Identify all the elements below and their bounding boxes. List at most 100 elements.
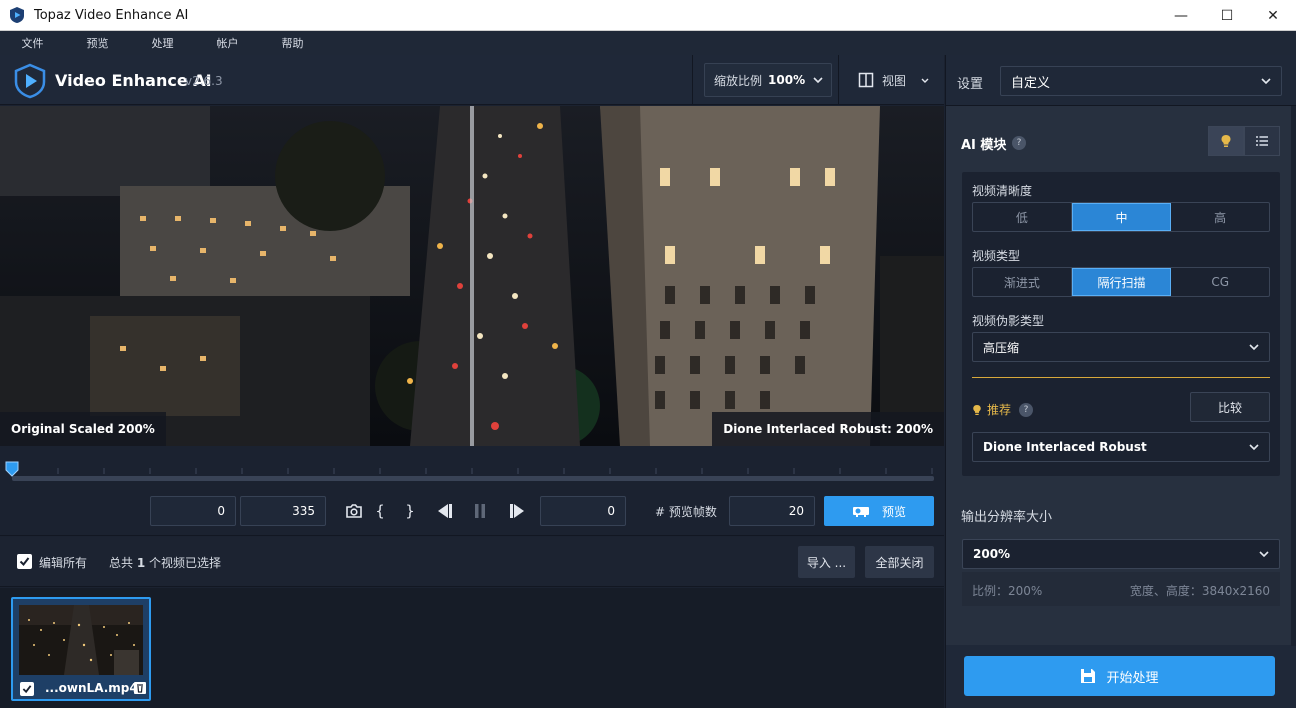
step-back-icon (438, 504, 452, 518)
current-frame-input[interactable]: 0 (540, 496, 626, 526)
preview-frames-input[interactable]: 20 (729, 496, 815, 526)
type-option-interlaced[interactable]: 隔行扫描 (1071, 268, 1172, 296)
artifact-type-value: 高压缩 (983, 340, 1020, 355)
ai-mode-toggle (1208, 126, 1280, 156)
list-mode-button[interactable] (1244, 126, 1280, 156)
preview-button[interactable]: 预览 (824, 496, 934, 526)
help-icon[interactable]: ? (1019, 402, 1034, 417)
settings-scroll-area[interactable]: AI 模块 ? 视频清晰度 低 中 高 视频类型 渐进式 隔行扫描 CG 视频伪 (946, 105, 1296, 646)
lightbulb-icon (1221, 135, 1231, 147)
clarity-segmented-control: 低 中 高 (972, 202, 1270, 232)
artifact-type-dropdown[interactable]: 高压缩 (972, 332, 1270, 362)
model-dropdown[interactable]: Dione Interlaced Robust (972, 432, 1270, 462)
chevron-down-icon (813, 77, 823, 84)
video-thumbnail (19, 605, 143, 675)
video-preview[interactable]: Original Scaled 200% Dione Interlaced Ro… (0, 106, 944, 446)
start-processing-button[interactable]: 开始处理 (964, 656, 1275, 696)
original-caption: Original Scaled 200% (0, 412, 166, 446)
zoom-dropdown[interactable]: 缩放比例 100% (704, 63, 832, 97)
menu-file[interactable]: 文件 (0, 35, 65, 51)
trash-icon[interactable] (133, 681, 147, 695)
timeline-track[interactable] (12, 476, 934, 481)
close-button[interactable]: ✕ (1250, 0, 1296, 31)
edit-all-checkbox[interactable] (17, 554, 32, 569)
file-name: ...ownLA.mp4 (45, 681, 138, 695)
clarity-label: 视频清晰度 (972, 184, 1033, 198)
menu-process[interactable]: 处理 (130, 35, 195, 51)
maximize-button[interactable]: ☐ (1204, 0, 1250, 31)
type-option-cg[interactable]: CG (1171, 268, 1269, 296)
pause-button[interactable] (470, 501, 490, 521)
clarity-option-high[interactable]: 高 (1171, 203, 1269, 231)
selected-prefix: 总共 (109, 556, 137, 570)
start-frame-input[interactable]: 0 (150, 496, 236, 526)
selection-bar: 编辑所有 总共 1 个视频已选择 导入 ... 全部关闭 (0, 537, 944, 587)
output-dimensions-text: 宽度、高度：3840x2160 (1129, 584, 1270, 598)
projector-icon (852, 507, 869, 517)
settings-panel: 设置 自定义 AI 模块 ? 视频清晰度 低 中 高 视频类型 渐进式 隔行扫描… (945, 55, 1296, 708)
edit-all-label: 编辑所有 (39, 556, 88, 570)
start-processing-label: 开始处理 (1106, 670, 1159, 686)
set-out-point-button[interactable]: } (400, 501, 420, 521)
compare-button[interactable]: 比较 (1190, 392, 1270, 422)
guided-mode-button[interactable] (1208, 126, 1244, 156)
menu-account[interactable]: 帐户 (195, 35, 260, 51)
thumbnail-image (19, 605, 143, 675)
view-dropdown[interactable]: 视图 (846, 63, 940, 97)
chevron-down-icon (1249, 344, 1259, 351)
output-resolution-dropdown[interactable]: 200% (962, 539, 1280, 569)
checkmark-icon (19, 557, 30, 567)
topaz-logo-icon (14, 63, 46, 99)
settings-scrollbar[interactable] (1291, 106, 1296, 646)
compare-split-handle[interactable] (470, 106, 474, 446)
video-type-segmented-control: 渐进式 隔行扫描 CG (972, 267, 1270, 297)
previous-frame-button[interactable] (435, 501, 455, 521)
header-divider (838, 55, 839, 105)
app-logo-icon (10, 7, 24, 23)
title-bar: Topaz Video Enhance AI — ☐ ✕ (0, 0, 1296, 31)
preset-value: 自定义 (1011, 75, 1051, 91)
next-frame-button[interactable] (507, 501, 527, 521)
scale-ratio-text: 比例：200% (972, 584, 1043, 598)
menu-preview[interactable]: 预览 (65, 35, 130, 51)
preview-button-label: 预览 (881, 504, 906, 519)
chevron-down-icon (1259, 551, 1269, 558)
selected-count: 1 (136, 556, 146, 570)
view-label: 视图 (882, 73, 907, 88)
video-file-card[interactable]: ...ownLA.mp4 (11, 597, 151, 701)
preview-frames-label: # 预览帧数 (655, 505, 717, 519)
video-type-label: 视频类型 (972, 249, 1021, 263)
zoom-value: 100% (768, 73, 806, 87)
save-icon (1081, 669, 1096, 683)
timeline-playhead[interactable] (5, 461, 19, 477)
playback-controls: 0 335 { } 0 # 预览帧数 20 预览 (0, 490, 944, 536)
output-size-info: 比例：200% 宽度、高度：3840x2160 (962, 572, 1280, 606)
timeline-ticks (12, 468, 933, 474)
file-list: ...ownLA.mp4 (0, 588, 944, 708)
header-divider (692, 55, 693, 105)
artifact-type-label: 视频伪影类型 (972, 314, 1045, 328)
ai-model-label: AI 模块 (961, 138, 1007, 153)
window-title: Topaz Video Enhance AI (34, 7, 189, 23)
close-all-button[interactable]: 全部关闭 (865, 546, 934, 578)
app-header: Video Enhance AI v2.6.3 缩放比例 100% 视图 (0, 55, 944, 105)
model-value: Dione Interlaced Robust (983, 440, 1147, 454)
step-forward-icon (510, 504, 524, 518)
clarity-option-medium[interactable]: 中 (1071, 203, 1172, 231)
menu-help[interactable]: 帮助 (260, 35, 325, 51)
file-select-checkbox[interactable] (20, 682, 34, 696)
lightbulb-icon (973, 404, 981, 415)
type-option-progressive[interactable]: 渐进式 (973, 268, 1072, 296)
minimize-button[interactable]: — (1158, 0, 1204, 31)
timeline[interactable] (0, 446, 944, 490)
clarity-option-low[interactable]: 低 (973, 203, 1072, 231)
set-in-point-button[interactable]: { (370, 501, 390, 521)
snapshot-button[interactable] (344, 501, 364, 521)
end-frame-input[interactable]: 335 (240, 496, 326, 526)
help-icon[interactable]: ? (1012, 136, 1026, 150)
preset-dropdown[interactable]: 自定义 (1000, 66, 1282, 96)
import-button[interactable]: 导入 ... (798, 546, 855, 578)
split-view-icon (858, 72, 874, 88)
camera-icon (346, 504, 362, 518)
selected-suffix: 个视频已选择 (145, 556, 222, 570)
